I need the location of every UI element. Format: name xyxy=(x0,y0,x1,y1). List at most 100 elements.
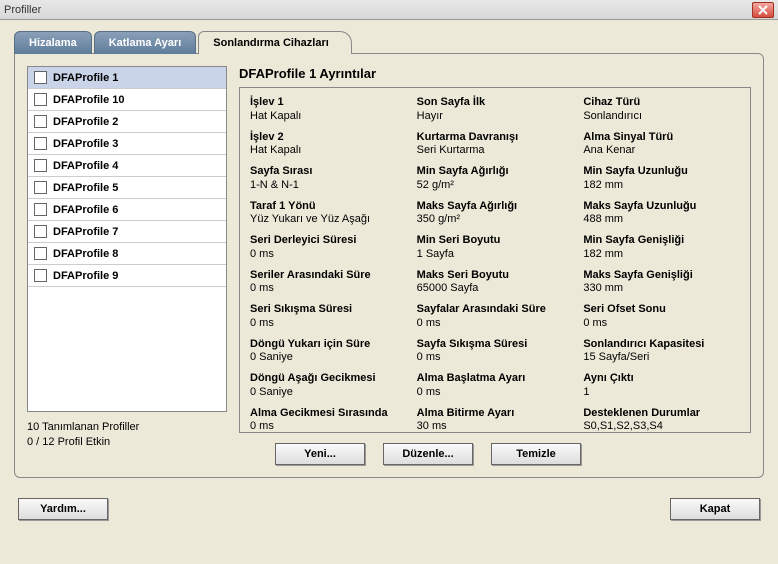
detail-label: Min Sayfa Genişliği xyxy=(583,234,740,248)
detail-value: 1 xyxy=(583,386,740,400)
profile-item[interactable]: DFAProfile 3 xyxy=(28,133,226,155)
detail-cell: Seri Sıkışma Süresi0 ms xyxy=(250,303,407,331)
detail-value: 65000 Sayfa xyxy=(417,282,574,296)
detail-cell: İşlev 1Hat Kapalı xyxy=(250,96,407,124)
detail-value: 0 Saniye xyxy=(250,351,407,365)
detail-cell: Maks Sayfa Uzunluğu488 mm xyxy=(583,200,740,228)
profile-item[interactable]: DFAProfile 5 xyxy=(28,177,226,199)
detail-value: 0 Saniye xyxy=(250,386,407,400)
new-button[interactable]: Yeni... xyxy=(275,443,365,465)
detail-cell: Alma Sinyal TürüAna Kenar xyxy=(583,131,740,159)
detail-value: 0 ms xyxy=(250,282,407,296)
help-button[interactable]: Yardım... xyxy=(18,498,108,520)
profile-item[interactable]: DFAProfile 9 xyxy=(28,265,226,287)
checkbox-icon[interactable] xyxy=(34,159,47,172)
tab-finishing[interactable]: Sonlandırma Cihazları xyxy=(198,31,352,54)
detail-cell: Sayfa Sıkışma Süresi0 ms xyxy=(417,338,574,366)
detail-label: Kurtarma Davranışı xyxy=(417,131,574,145)
detail-label: Seri Ofset Sonu xyxy=(583,303,740,317)
detail-cell: Desteklenen DurumlarS0,S1,S2,S3,S4 xyxy=(583,407,740,435)
detail-cell: Alma Bitirme Ayarı30 ms xyxy=(417,407,574,435)
details-title: DFAProfile 1 Ayrıntılar xyxy=(239,66,751,81)
details-box: İşlev 1Hat KapalıSon Sayfa İlkHayırCihaz… xyxy=(239,87,751,433)
detail-value: S0,S1,S2,S3,S4 xyxy=(583,420,740,434)
detail-cell: Min Sayfa Genişliği182 mm xyxy=(583,234,740,262)
checkbox-icon[interactable] xyxy=(34,203,47,216)
profile-item[interactable]: DFAProfile 6 xyxy=(28,199,226,221)
profile-item-label: DFAProfile 10 xyxy=(53,94,125,106)
detail-label: Sayfalar Arasındaki Süre xyxy=(417,303,574,317)
checkbox-icon[interactable] xyxy=(34,269,47,282)
detail-value: 15 Sayfa/Seri xyxy=(583,351,740,365)
detail-label: İşlev 1 xyxy=(250,96,407,110)
checkbox-icon[interactable] xyxy=(34,137,47,150)
profile-item-label: DFAProfile 2 xyxy=(53,116,118,128)
detail-value: 0 ms xyxy=(417,351,574,365)
detail-cell: Son Sayfa İlkHayır xyxy=(417,96,574,124)
profile-item[interactable]: DFAProfile 7 xyxy=(28,221,226,243)
right-column: DFAProfile 1 Ayrıntılar İşlev 1Hat Kapal… xyxy=(239,66,751,465)
profile-item[interactable]: DFAProfile 1 xyxy=(28,67,226,89)
edit-button[interactable]: Düzenle... xyxy=(383,443,473,465)
profile-item-label: DFAProfile 1 xyxy=(53,72,118,84)
window-title: Profiller xyxy=(4,4,41,16)
clear-button[interactable]: Temizle xyxy=(491,443,581,465)
checkbox-icon[interactable] xyxy=(34,181,47,194)
detail-label: Alma Gecikmesi Sırasında xyxy=(250,407,407,421)
tab-fold[interactable]: Katlama Ayarı xyxy=(94,31,197,54)
detail-cell: Seri Derleyici Süresi0 ms xyxy=(250,234,407,262)
profile-item-label: DFAProfile 8 xyxy=(53,248,118,260)
checkbox-icon[interactable] xyxy=(34,225,47,238)
detail-value: 1 Sayfa xyxy=(417,248,574,262)
detail-cell: Min Seri Boyutu1 Sayfa xyxy=(417,234,574,262)
close-icon[interactable] xyxy=(752,2,774,18)
detail-cell: Seriler Arasındaki Süre0 ms xyxy=(250,269,407,297)
profile-item[interactable]: DFAProfile 10 xyxy=(28,89,226,111)
close-button[interactable]: Kapat xyxy=(670,498,760,520)
detail-value: Ana Kenar xyxy=(583,144,740,158)
checkbox-icon[interactable] xyxy=(34,93,47,106)
checkbox-icon[interactable] xyxy=(34,71,47,84)
dialog-content: Hizalama Katlama Ayarı Sonlandırma Cihaz… xyxy=(0,20,778,488)
detail-label: Döngü Aşağı Gecikmesi xyxy=(250,372,407,386)
titlebar: Profiller xyxy=(0,0,778,20)
count-active: 0 / 12 Profil Etkin xyxy=(27,435,227,450)
profile-item[interactable]: DFAProfile 8 xyxy=(28,243,226,265)
detail-label: Alma Bitirme Ayarı xyxy=(417,407,574,421)
detail-cell: Taraf 1 YönüYüz Yukarı ve Yüz Aşağı xyxy=(250,200,407,228)
detail-label: Alma Başlatma Ayarı xyxy=(417,372,574,386)
profile-item-label: DFAProfile 5 xyxy=(53,182,118,194)
detail-label: İşlev 2 xyxy=(250,131,407,145)
detail-value: Yüz Yukarı ve Yüz Aşağı xyxy=(250,213,407,227)
detail-value: 488 mm xyxy=(583,213,740,227)
detail-value: 30 ms xyxy=(417,420,574,434)
detail-label: Min Sayfa Uzunluğu xyxy=(583,165,740,179)
detail-label: Min Seri Boyutu xyxy=(417,234,574,248)
detail-label: Desteklenen Durumlar xyxy=(583,407,740,421)
profile-item-label: DFAProfile 9 xyxy=(53,270,118,282)
tab-alignment[interactable]: Hizalama xyxy=(14,31,92,54)
detail-value: Hayır xyxy=(417,110,574,124)
detail-value: Hat Kapalı xyxy=(250,144,407,158)
footer: Yardım... Kapat xyxy=(0,488,778,530)
profile-list[interactable]: DFAProfile 1 DFAProfile 10 DFAProfile 2 DFA… xyxy=(27,66,227,412)
profile-item-label: DFAProfile 4 xyxy=(53,160,118,172)
detail-cell: Maks Sayfa Ağırlığı350 g/m² xyxy=(417,200,574,228)
checkbox-icon[interactable] xyxy=(34,115,47,128)
detail-value: 330 mm xyxy=(583,282,740,296)
detail-label: Seriler Arasındaki Süre xyxy=(250,269,407,283)
left-column: DFAProfile 1 DFAProfile 10 DFAProfile 2 DFA… xyxy=(27,66,227,465)
profile-item[interactable]: DFAProfile 2 xyxy=(28,111,226,133)
count-defined: 10 Tanımlanan Profiller xyxy=(27,420,227,435)
checkbox-icon[interactable] xyxy=(34,247,47,260)
detail-label: Min Sayfa Ağırlığı xyxy=(417,165,574,179)
detail-cell: Maks Sayfa Genişliği330 mm xyxy=(583,269,740,297)
detail-cell: Kurtarma DavranışıSeri Kurtarma xyxy=(417,131,574,159)
profile-item[interactable]: DFAProfile 4 xyxy=(28,155,226,177)
detail-value: 0 ms xyxy=(583,317,740,331)
detail-value: 350 g/m² xyxy=(417,213,574,227)
detail-label: Seri Derleyici Süresi xyxy=(250,234,407,248)
detail-label: Sonlandırıcı Kapasitesi xyxy=(583,338,740,352)
detail-value: 0 ms xyxy=(250,317,407,331)
detail-label: Taraf 1 Yönü xyxy=(250,200,407,214)
